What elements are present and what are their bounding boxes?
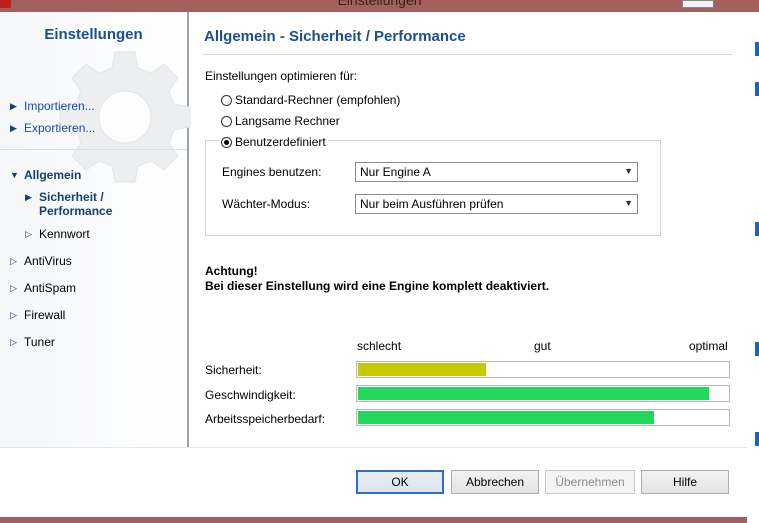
scale-high-label: optimal xyxy=(689,339,728,353)
expand-arrow-icon: ▷ xyxy=(10,310,17,320)
expand-arrow-icon: ▶ xyxy=(10,123,17,133)
expand-arrow-icon: ▷ xyxy=(10,256,17,266)
expand-arrow-icon: ▷ xyxy=(25,229,32,239)
window-frame-bottom xyxy=(0,517,747,523)
speed-bar xyxy=(356,385,730,402)
export-link[interactable]: ▶ Exportieren... xyxy=(10,121,95,135)
title-divider xyxy=(202,54,732,55)
sidebar-item-allgemein[interactable]: ▼ Allgemein xyxy=(10,168,81,182)
guard-mode-label: Wächter-Modus: xyxy=(222,197,311,211)
background-window-edge xyxy=(747,12,759,523)
minimize-button[interactable] xyxy=(682,0,714,8)
warning-text: Bei dieser Einstellung wird eine Engine … xyxy=(205,279,550,293)
apply-button[interactable]: Übernehmen xyxy=(545,470,635,494)
sidebar-item-sicherheit-performance[interactable]: ▶ Sicherheit / Performance xyxy=(25,190,135,218)
warning-title: Achtung! xyxy=(205,264,258,278)
scale-low-label: schlecht xyxy=(357,339,402,353)
security-bar-fill xyxy=(358,363,487,376)
settings-dialog: Einstellungen ▶ Importieren... ▶ Exporti… xyxy=(0,12,747,517)
memory-bar xyxy=(356,409,730,426)
engines-select[interactable]: Nur Engine A ▼ xyxy=(355,162,638,182)
memory-label: Arbeitsspeicherbedarf: xyxy=(205,412,326,426)
main-panel: Allgemein - Sicherheit / Performance Ein… xyxy=(189,12,747,447)
sidebar-item-antispam[interactable]: ▷ AntiSpam xyxy=(10,281,76,295)
guard-mode-select[interactable]: Nur beim Ausführen prüfen ▼ xyxy=(355,194,638,214)
expanded-arrow-icon: ▼ xyxy=(10,170,19,180)
expand-arrow-icon: ▶ xyxy=(10,101,17,111)
radio-selected-icon xyxy=(221,136,232,148)
sidebar-title: Einstellungen xyxy=(44,26,143,43)
import-link[interactable]: ▶ Importieren... xyxy=(10,99,95,113)
radio-standard[interactable]: Standard-Rechner (empfohlen) xyxy=(221,93,400,107)
custom-settings-group xyxy=(205,140,661,236)
speed-label: Geschwindigkeit: xyxy=(205,388,296,402)
chevron-down-icon: ▼ xyxy=(624,198,633,208)
expand-arrow-icon: ▶ xyxy=(25,192,32,202)
sidebar-divider xyxy=(0,149,187,150)
expand-arrow-icon: ▷ xyxy=(10,337,17,347)
chevron-down-icon: ▼ xyxy=(624,166,633,176)
security-bar xyxy=(356,361,730,378)
radio-circle-icon xyxy=(221,94,232,106)
expand-arrow-icon: ▷ xyxy=(10,283,17,293)
sidebar-item-firewall[interactable]: ▷ Firewall xyxy=(10,308,65,322)
sidebar-item-antivirus[interactable]: ▷ AntiVirus xyxy=(10,254,72,268)
help-button[interactable]: Hilfe xyxy=(641,470,729,494)
title-bar: Einstellungen xyxy=(0,0,759,12)
sidebar: Einstellungen ▶ Importieren... ▶ Exporti… xyxy=(0,12,191,447)
page-title: Allgemein - Sicherheit / Performance xyxy=(204,28,466,45)
engines-label: Engines benutzen: xyxy=(222,165,322,179)
optimize-label: Einstellungen optimieren für: xyxy=(205,69,358,83)
radio-custom[interactable]: Benutzerdefiniert xyxy=(219,135,328,149)
sidebar-item-kennwort[interactable]: ▷ Kennwort xyxy=(25,227,90,241)
window-title: Einstellungen xyxy=(337,0,422,8)
ok-button[interactable]: OK xyxy=(356,470,444,494)
memory-bar-fill xyxy=(358,411,654,424)
cancel-button[interactable]: Abbrechen xyxy=(451,470,539,494)
radio-circle-icon xyxy=(221,115,232,127)
footer-divider xyxy=(0,447,747,448)
scale-mid-label: gut xyxy=(534,339,551,353)
radio-slow[interactable]: Langsame Rechner xyxy=(221,114,340,128)
sidebar-item-tuner[interactable]: ▷ Tuner xyxy=(10,335,55,349)
security-label: Sicherheit: xyxy=(205,363,262,377)
speed-bar-fill xyxy=(358,387,710,400)
